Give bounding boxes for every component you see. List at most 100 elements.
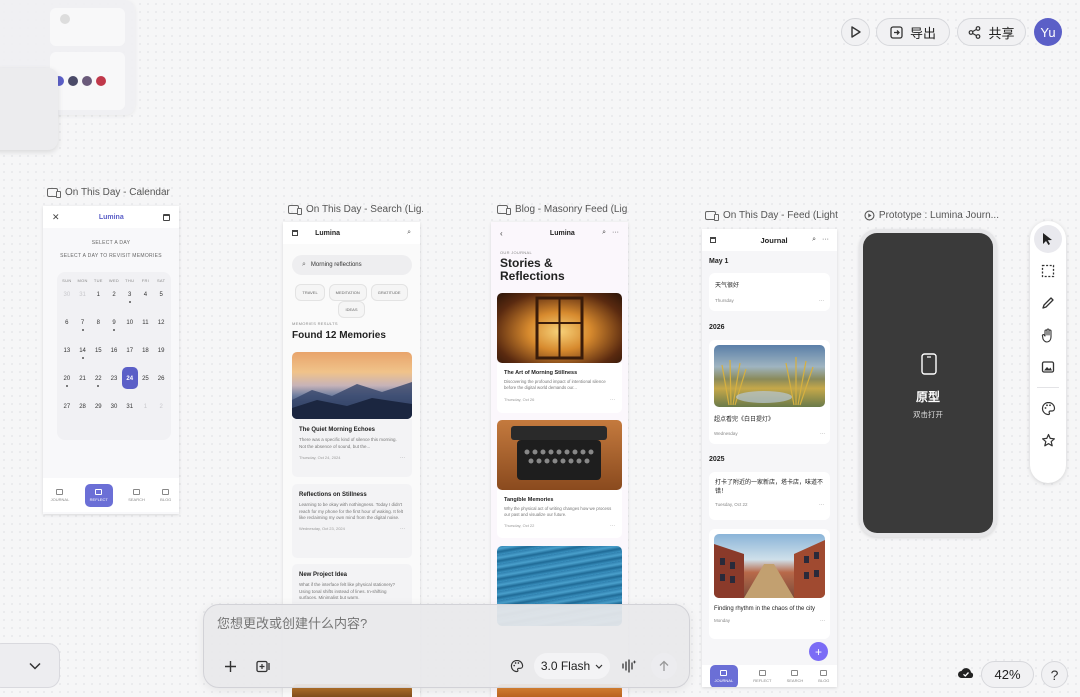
calendar-day[interactable]: 21: [75, 372, 91, 400]
star-tool-button[interactable]: [1034, 426, 1062, 454]
filter-chip[interactable]: GRATITUDE: [370, 284, 408, 301]
marquee-tool-button[interactable]: [1034, 257, 1062, 285]
palette-tool-button[interactable]: [1034, 394, 1062, 422]
more-icon[interactable]: ···: [400, 526, 405, 532]
frame-feed[interactable]: Journal ⌕ ··· May 1 天气很好 Thursday ··· 2026…: [702, 229, 837, 687]
calendar-day[interactable]: 22: [90, 372, 106, 400]
more-icon[interactable]: ···: [822, 236, 829, 244]
frame-label-feed[interactable]: On This Day - Feed (Light...: [705, 210, 838, 221]
prototype-device[interactable]: 原型 双击打开: [859, 229, 997, 537]
calendar-day[interactable]: 12: [153, 316, 169, 344]
send-button[interactable]: [651, 653, 677, 679]
calendar-day[interactable]: 9: [106, 316, 122, 344]
search-input[interactable]: ⌕ Morning reflections: [292, 255, 412, 275]
nav-item-search[interactable]: SEARCH: [128, 488, 145, 502]
calendar-day[interactable]: 2: [153, 400, 169, 428]
calendar-day[interactable]: 31: [122, 400, 138, 428]
filter-chip[interactable]: IDEAS: [338, 301, 365, 318]
entry-card[interactable]: 超点看完《白日提灯》 Wednesday ···: [709, 340, 830, 444]
layers-panel-toggle[interactable]: [0, 643, 60, 688]
entry-card[interactable]: 天气很好 Thursday ···: [709, 273, 830, 311]
frame-label-prototype[interactable]: Prototype : Lumina Journ...: [864, 210, 999, 221]
filter-chip[interactable]: MEDITATION: [328, 284, 367, 301]
calendar-day[interactable]: 2: [106, 288, 122, 316]
more-icon[interactable]: ···: [819, 502, 824, 508]
play-button[interactable]: [841, 18, 870, 46]
help-button[interactable]: ?: [1041, 661, 1068, 688]
calendar-day[interactable]: 6: [59, 316, 75, 344]
zoom-level[interactable]: 42%: [981, 661, 1034, 688]
model-selector[interactable]: 3.0 Flash: [534, 653, 610, 679]
post-card[interactable]: The Art of Morning Stillness Discovering…: [497, 363, 622, 413]
calendar-day[interactable]: 4: [138, 288, 154, 316]
nav-item-journal[interactable]: JOURNAL: [51, 488, 69, 502]
insert-frame-button[interactable]: [253, 656, 273, 676]
result-card[interactable]: The Quiet Morning Echoes There was a spe…: [292, 419, 412, 477]
calendar-day[interactable]: 13: [59, 344, 75, 372]
more-icon[interactable]: ···: [820, 431, 825, 437]
nav-item-blog[interactable]: BLOG: [818, 669, 829, 683]
calendar-day[interactable]: 18: [138, 344, 154, 372]
voice-button[interactable]: [619, 656, 639, 676]
pen-tool-button[interactable]: [1034, 289, 1062, 317]
more-icon[interactable]: ···: [612, 229, 619, 237]
nav-item-journal[interactable]: JOURNAL: [709, 664, 739, 687]
close-icon[interactable]: ✕: [52, 212, 60, 223]
more-icon[interactable]: ···: [819, 298, 824, 304]
calendar-day[interactable]: 11: [138, 316, 154, 344]
frame-label-masonry[interactable]: Blog - Masonry Feed (Lig...: [497, 204, 627, 215]
theme-button[interactable]: [507, 656, 527, 676]
calendar-icon[interactable]: [710, 237, 716, 243]
calendar-day[interactable]: 1: [90, 288, 106, 316]
calendar-day[interactable]: 26: [153, 372, 169, 400]
image-tool-button[interactable]: [1034, 353, 1062, 381]
calendar-day[interactable]: 27: [59, 400, 75, 428]
nav-item-blog[interactable]: BLOG: [160, 488, 171, 502]
entry-card[interactable]: 打卡了附近的一家新店，塔卡店，味道不错！ Tuesday, Oct 22 ···: [709, 472, 830, 520]
calendar-day-selected[interactable]: 24: [121, 367, 138, 400]
calendar-day[interactable]: 3: [122, 288, 138, 316]
export-button[interactable]: 导出: [876, 18, 950, 46]
nav-item-reflect[interactable]: REFLECT: [753, 669, 772, 683]
post-card[interactable]: Tangible Memories Why the physical act o…: [497, 490, 622, 538]
calendar-icon[interactable]: [163, 213, 170, 221]
result-card[interactable]: Reflections on Stillness Learning to be …: [292, 484, 412, 558]
prompt-input[interactable]: [217, 613, 677, 633]
calendar-icon[interactable]: [292, 230, 298, 236]
calendar-day[interactable]: 30: [59, 288, 75, 316]
calendar-day[interactable]: 25: [138, 372, 154, 400]
calendar-day[interactable]: 23: [106, 372, 122, 400]
calendar-day[interactable]: 8: [90, 316, 106, 344]
search-icon[interactable]: ⌕: [812, 236, 816, 244]
more-icon[interactable]: ···: [610, 397, 615, 403]
calendar-day[interactable]: 31: [75, 288, 91, 316]
select-tool-button[interactable]: [1034, 225, 1062, 253]
back-icon[interactable]: ‹: [500, 229, 503, 238]
frame-label-calendar[interactable]: On This Day - Calendar: [47, 187, 177, 198]
calendar-day[interactable]: 28: [75, 400, 91, 428]
cloud-sync-icon[interactable]: [957, 666, 975, 680]
calendar-day[interactable]: 30: [106, 400, 122, 428]
add-button[interactable]: [220, 656, 240, 676]
calendar-day[interactable]: 14: [75, 344, 91, 372]
calendar-day[interactable]: 7: [75, 316, 91, 344]
calendar-day[interactable]: 20: [59, 372, 75, 400]
search-icon[interactable]: ⌕: [407, 229, 411, 237]
share-button[interactable]: 共享: [957, 18, 1026, 46]
filter-chip[interactable]: TRAVEL: [295, 284, 325, 301]
add-entry-button[interactable]: +: [809, 642, 828, 661]
more-icon[interactable]: ···: [820, 618, 825, 624]
calendar-day[interactable]: 10: [122, 316, 138, 344]
calendar-day[interactable]: 16: [106, 344, 122, 372]
nav-item-search[interactable]: SEARCH: [787, 669, 803, 683]
calendar-day[interactable]: 15: [90, 344, 106, 372]
hand-tool-button[interactable]: [1034, 321, 1062, 349]
entry-card[interactable]: Finding rhythm in the chaos of the city …: [709, 529, 830, 639]
frame-label-search[interactable]: On This Day - Search (Lig...: [288, 204, 423, 215]
search-icon[interactable]: ⌕: [602, 229, 606, 237]
calendar-day[interactable]: 19: [153, 344, 169, 372]
frame-calendar[interactable]: ✕ Lumina SELECT A DAY SELECT A DAY TO RE…: [43, 206, 179, 514]
calendar-day[interactable]: 29: [90, 400, 106, 428]
nav-item-reflect[interactable]: REFLECT: [84, 483, 113, 507]
calendar-day[interactable]: 1: [138, 400, 154, 428]
